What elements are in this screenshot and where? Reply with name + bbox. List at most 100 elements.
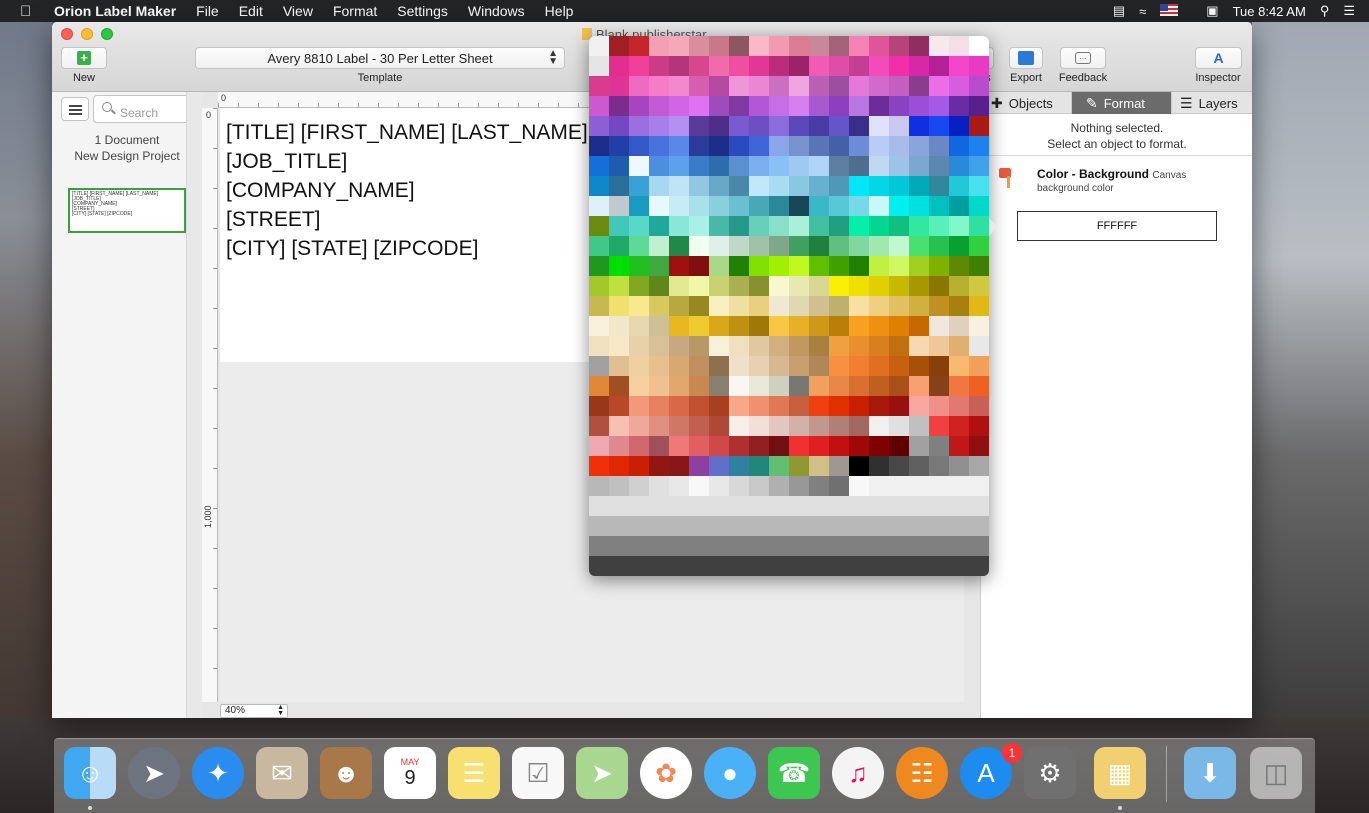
color-swatch[interactable] — [869, 256, 889, 276]
color-swatch[interactable] — [949, 196, 969, 216]
color-swatch[interactable] — [949, 336, 969, 356]
menu-edit[interactable]: Edit — [239, 3, 263, 19]
color-swatch[interactable] — [629, 536, 649, 556]
color-swatch[interactable] — [709, 456, 729, 476]
color-swatch[interactable] — [849, 316, 869, 336]
color-swatch[interactable] — [649, 276, 669, 296]
color-swatch[interactable] — [909, 456, 929, 476]
sidebar-scroll-gutter[interactable] — [186, 92, 202, 718]
color-swatch[interactable] — [689, 476, 709, 496]
color-swatch[interactable] — [929, 296, 949, 316]
color-swatch[interactable] — [669, 136, 689, 156]
color-swatch[interactable] — [889, 356, 909, 376]
color-swatch[interactable] — [769, 216, 789, 236]
color-swatch[interactable] — [629, 336, 649, 356]
menu-settings[interactable]: Settings — [397, 3, 448, 19]
color-swatch[interactable] — [749, 176, 769, 196]
color-swatch[interactable] — [729, 336, 749, 356]
color-swatch[interactable] — [889, 376, 909, 396]
color-swatch[interactable] — [969, 296, 989, 316]
color-swatch[interactable] — [809, 236, 829, 256]
color-swatch[interactable] — [849, 456, 869, 476]
color-swatch[interactable] — [809, 116, 829, 136]
color-swatch[interactable] — [949, 316, 969, 336]
color-swatch[interactable] — [769, 276, 789, 296]
color-swatch[interactable] — [809, 56, 829, 76]
color-swatch[interactable] — [729, 156, 749, 176]
trash-icon[interactable]: ◫ — [1250, 747, 1302, 799]
document-thumbnail[interactable]: [TITLE] [FIRST_NAME] [LAST_NAME] [JOB_TI… — [68, 188, 186, 233]
color-swatch[interactable] — [589, 376, 609, 396]
color-swatch[interactable] — [789, 316, 809, 336]
color-swatch[interactable] — [729, 456, 749, 476]
color-swatch[interactable] — [909, 296, 929, 316]
color-swatch[interactable] — [589, 56, 609, 76]
color-swatch[interactable] — [769, 116, 789, 136]
color-swatch[interactable] — [849, 96, 869, 116]
color-swatch[interactable] — [869, 476, 889, 496]
color-swatch[interactable] — [869, 296, 889, 316]
color-swatch[interactable] — [649, 296, 669, 316]
color-swatch[interactable] — [609, 96, 629, 116]
color-swatch[interactable] — [669, 156, 689, 176]
color-swatch[interactable] — [669, 236, 689, 256]
color-swatch[interactable] — [909, 336, 929, 356]
color-swatch[interactable] — [689, 416, 709, 436]
spotlight-icon[interactable]: ⚲ — [1320, 3, 1330, 19]
color-swatch[interactable] — [589, 156, 609, 176]
color-swatch[interactable] — [829, 296, 849, 316]
color-swatch[interactable] — [949, 136, 969, 156]
menu-app-name[interactable]: Orion Label Maker — [54, 3, 176, 19]
color-swatch[interactable] — [949, 516, 969, 536]
color-swatch[interactable] — [849, 296, 869, 316]
color-swatch[interactable] — [909, 256, 929, 276]
color-swatch[interactable] — [609, 456, 629, 476]
color-swatch[interactable] — [689, 156, 709, 176]
color-swatch[interactable] — [729, 236, 749, 256]
color-swatch[interactable] — [909, 556, 929, 576]
color-swatch[interactable] — [709, 76, 729, 96]
color-swatch[interactable] — [689, 496, 709, 516]
color-swatch[interactable] — [929, 396, 949, 416]
color-swatch[interactable] — [649, 436, 669, 456]
color-swatch[interactable] — [669, 96, 689, 116]
color-swatch[interactable] — [869, 516, 889, 536]
color-swatch[interactable] — [609, 256, 629, 276]
color-swatch[interactable] — [649, 356, 669, 376]
color-swatch[interactable] — [749, 476, 769, 496]
color-swatch[interactable] — [969, 376, 989, 396]
color-swatch[interactable] — [949, 356, 969, 376]
color-swatch[interactable] — [709, 156, 729, 176]
color-swatch[interactable] — [849, 76, 869, 96]
tab-objects[interactable]: ✚ Objects — [981, 92, 1072, 114]
color-swatch[interactable] — [769, 556, 789, 576]
color-swatch[interactable] — [669, 556, 689, 576]
color-swatch[interactable] — [749, 536, 769, 556]
color-swatch[interactable] — [929, 276, 949, 296]
color-swatch[interactable] — [749, 236, 769, 256]
color-swatch[interactable] — [849, 496, 869, 516]
color-swatch[interactable] — [889, 556, 909, 576]
color-swatch[interactable] — [589, 136, 609, 156]
color-swatch[interactable] — [929, 456, 949, 476]
color-swatch[interactable] — [909, 516, 929, 536]
color-swatch[interactable] — [769, 56, 789, 76]
color-swatch[interactable] — [829, 376, 849, 396]
color-swatch[interactable] — [749, 136, 769, 156]
color-swatch[interactable] — [589, 76, 609, 96]
color-swatch[interactable] — [589, 496, 609, 516]
color-swatch[interactable] — [649, 136, 669, 156]
color-swatch[interactable] — [689, 296, 709, 316]
color-swatch[interactable] — [729, 396, 749, 416]
color-swatch[interactable] — [789, 436, 809, 456]
color-swatch[interactable] — [709, 396, 729, 416]
color-swatch[interactable] — [669, 396, 689, 416]
color-swatch[interactable] — [629, 196, 649, 216]
color-swatch[interactable] — [929, 436, 949, 456]
color-swatch[interactable] — [849, 276, 869, 296]
color-swatch[interactable] — [669, 356, 689, 376]
color-swatch[interactable] — [949, 176, 969, 196]
color-swatch[interactable] — [589, 416, 609, 436]
color-swatch[interactable] — [609, 216, 629, 236]
color-swatch[interactable] — [789, 416, 809, 436]
